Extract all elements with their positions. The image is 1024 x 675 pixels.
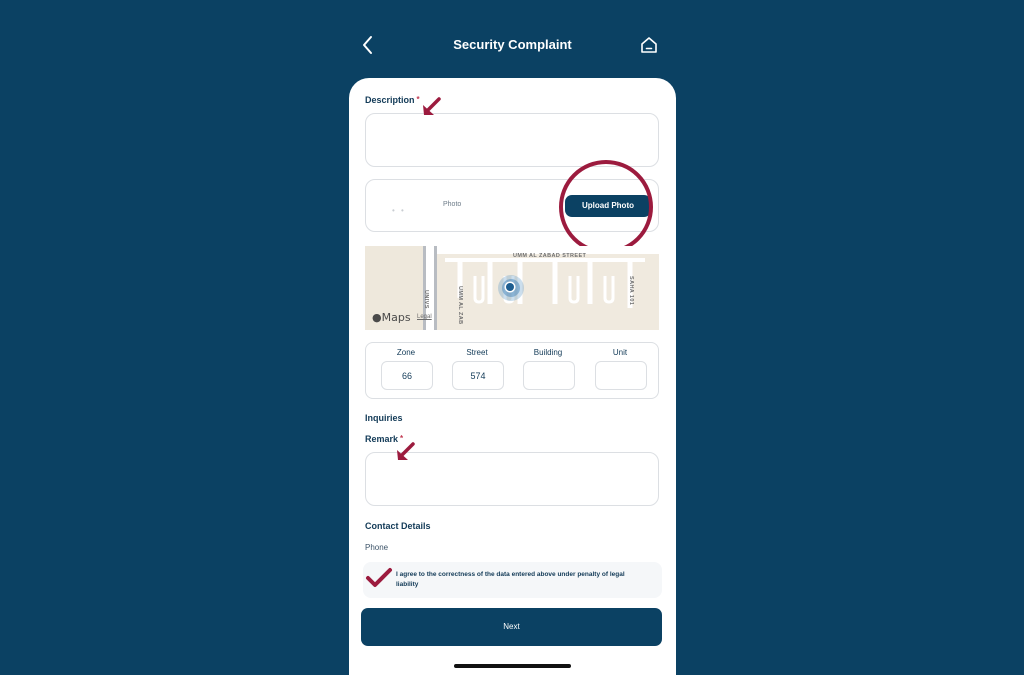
next-button[interactable]: Next [361,608,662,646]
building-label: Building [533,348,563,357]
apple-logo-icon: ● [372,311,382,324]
current-location-pin [498,275,524,301]
street-column: Street 574 [446,343,508,390]
location-map[interactable]: UMM AL ZABAD STREET UNIVS UMM AL ZAB SAH… [365,246,659,330]
home-indicator [454,664,571,668]
address-fields: Zone 66 Street 574 Building Unit [365,342,659,399]
building-column: Building [517,343,579,390]
zone-label: Zone [396,348,416,357]
maps-legal-link[interactable]: Legal [417,314,432,320]
street-label-left: UNIVS [423,290,429,309]
zone-column: Zone 66 [375,343,437,390]
page-title: Security Complaint [453,37,572,52]
description-label: Description * [365,95,420,105]
contact-details-heading: Contact Details [365,521,431,531]
unit-input[interactable] [595,361,647,390]
agreement-text: I agree to the correctness of the data e… [396,571,625,588]
photo-placeholder-icon: • • [392,206,406,215]
annotation-arrow-icon [423,97,441,115]
inquiries-heading: Inquiries [365,413,403,423]
unit-column: Unit [589,343,651,390]
unit-label: Unit [612,348,628,357]
street-input[interactable]: 574 [452,361,504,390]
street-label: Street [466,348,488,357]
home-icon[interactable] [639,35,659,55]
maps-brand: ●Maps [372,311,411,324]
street-label-right: SAHA 101 [628,276,634,306]
form-card: Description* • • Photo Upload Photo UMM [349,78,676,675]
photo-label: Photo [443,201,462,208]
building-input[interactable] [523,361,575,390]
street-label-mid: UMM AL ZAB [457,286,463,325]
description-input[interactable] [365,113,659,167]
annotation-circle [559,160,653,254]
annotation-arrow-icon [397,442,415,460]
phone-label: Phone [365,543,389,552]
app-header: Security Complaint [349,28,676,62]
zone-input[interactable]: 66 [381,361,433,390]
street-label-top: UMM AL ZABAD STREET [513,253,587,259]
checkmark-icon[interactable] [365,567,393,589]
